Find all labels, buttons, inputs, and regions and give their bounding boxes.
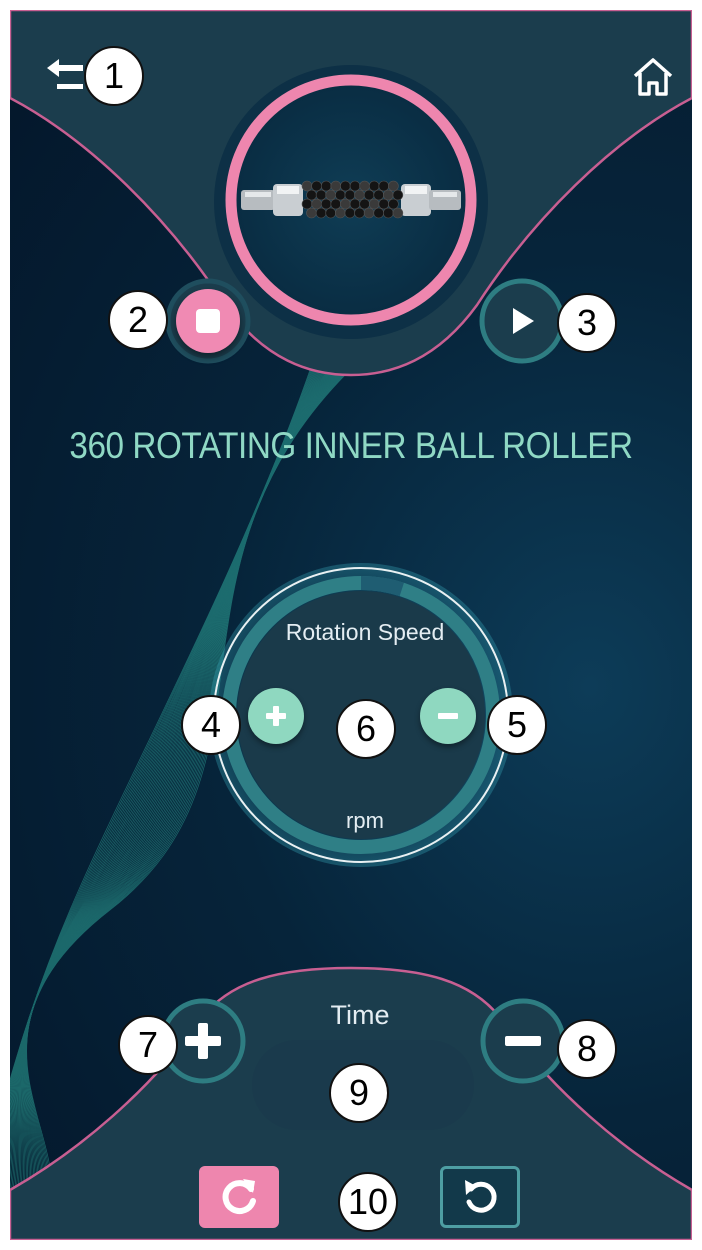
time-increase-button[interactable] [173,1011,233,1071]
minus-icon [438,713,458,719]
callout-2: 2 [108,290,168,350]
app-screen: 360 ROTATING INNER BALL ROLLER Rotation … [10,10,692,1240]
plus-icon [185,1023,221,1059]
minus-icon [505,1036,541,1046]
time-label: Time [330,1000,390,1030]
home-button[interactable] [628,54,678,100]
callout-8: 8 [557,1019,617,1079]
product-title: 360 ROTATING INNER BALL ROLLER [69,425,633,466]
home-icon [633,58,673,96]
speed-increase-button[interactable] [248,688,304,744]
callout-6: 6 [336,699,396,759]
speed-decrease-button[interactable] [420,688,476,744]
speed-dial-level [360,576,404,597]
callout-1: 1 [84,46,144,106]
refresh-icon [222,1179,256,1215]
callout-4: 4 [181,695,241,755]
time-decrease-button[interactable] [493,1011,553,1071]
callout-10: 10 [338,1172,398,1232]
undo-button[interactable] [440,1166,520,1228]
stop-icon [196,309,220,333]
back-arrow-icon [47,59,83,89]
callout-3: 3 [557,293,617,353]
play-icon [513,308,534,334]
roller-balls [301,180,404,219]
rpm-unit-label: rpm [346,808,384,833]
rotation-speed-label: Rotation Speed [285,619,445,645]
callout-7: 7 [118,1015,178,1075]
plus-icon [266,706,286,726]
play-button[interactable] [492,291,552,351]
callout-9: 9 [329,1063,389,1123]
refresh-button[interactable] [199,1166,279,1228]
ball-roller-image [241,180,461,219]
undo-icon [465,1180,497,1213]
stop-button[interactable] [176,289,240,353]
callout-5: 5 [487,695,547,755]
